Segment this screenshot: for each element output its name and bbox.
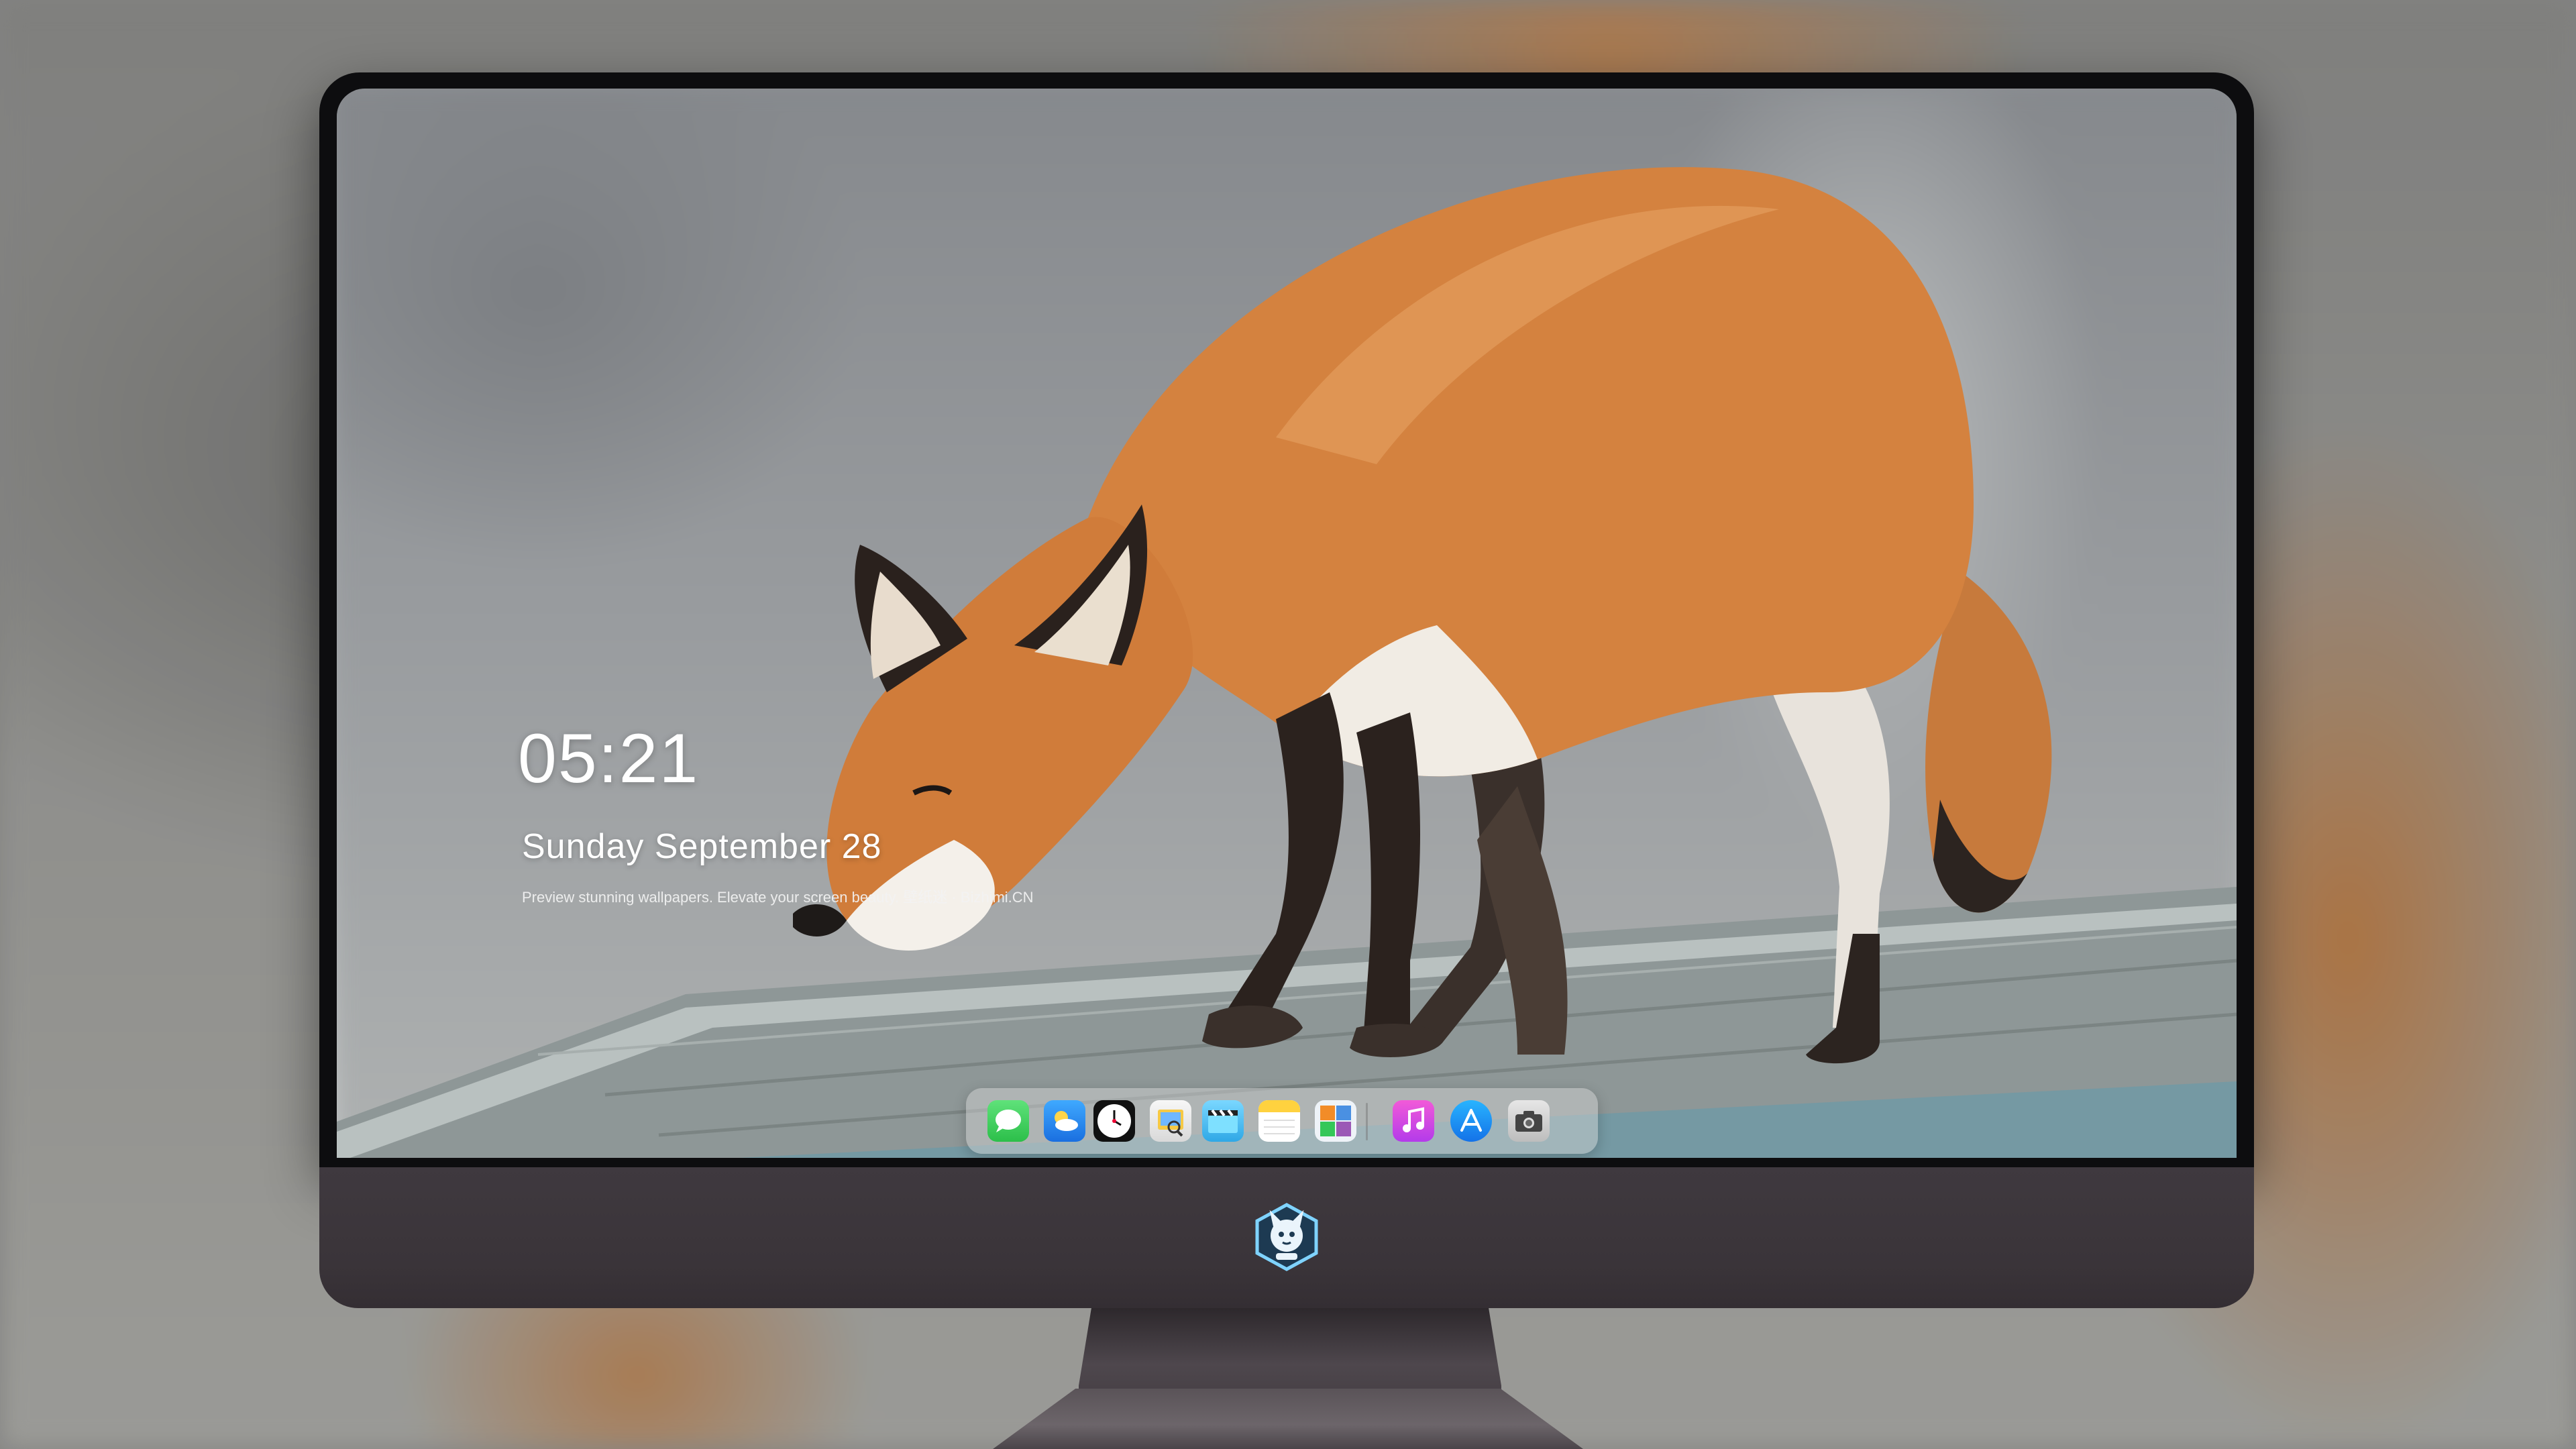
weather-icon[interactable] [1044, 1100, 1085, 1142]
monitor-stand-foot [993, 1389, 1583, 1449]
lock-screen-time: 05:21 [518, 720, 700, 798]
desktop-screen: 05:21 Sunday September 28 Preview stunni… [337, 89, 2237, 1158]
dock [966, 1088, 1598, 1154]
imac-monitor: 05:21 Sunday September 28 Preview stunni… [319, 72, 2254, 1308]
wallpaper-credit-text: Preview stunning wallpapers. Elevate you… [522, 889, 1034, 906]
app-store-icon[interactable] [1450, 1100, 1492, 1142]
music-icon[interactable] [1393, 1100, 1434, 1142]
monitor-bezel: 05:21 Sunday September 28 Preview stunni… [319, 72, 2254, 1167]
brand-logo [1255, 1203, 1318, 1271]
clock-icon[interactable] [1093, 1100, 1135, 1142]
clips-icon[interactable] [1202, 1100, 1244, 1142]
dock-separator [1366, 1103, 1368, 1140]
lock-screen-date: Sunday September 28 [522, 827, 882, 866]
preview-icon[interactable] [1150, 1100, 1191, 1142]
notes-icon[interactable] [1258, 1100, 1300, 1142]
photo-collage-icon[interactable] [1315, 1100, 1356, 1142]
messages-icon[interactable] [987, 1100, 1029, 1142]
wallpaper-fox-image [337, 167, 2237, 1158]
camera-icon[interactable] [1508, 1100, 1550, 1142]
